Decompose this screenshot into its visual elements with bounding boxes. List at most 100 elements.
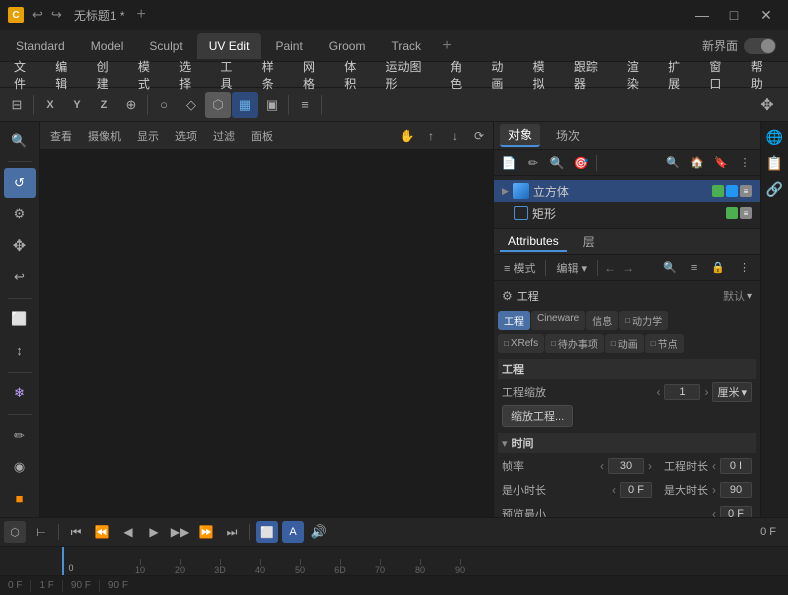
- rotate-mode-btn[interactable]: ↺: [4, 168, 36, 197]
- hand-tool-btn[interactable]: ✋: [397, 126, 417, 146]
- attr-subtab-xrefs[interactable]: □XRefs: [498, 334, 544, 353]
- obj-file-btn[interactable]: 📄: [498, 152, 520, 174]
- attr-more-icon[interactable]: ⋮: [733, 259, 756, 276]
- attr-tab-layers[interactable]: 层: [575, 231, 603, 252]
- attr-edit-btn[interactable]: 编辑 ▾: [550, 258, 593, 278]
- select-rect-btn[interactable]: ⬜: [4, 305, 36, 334]
- viewport-up-btn[interactable]: ↑: [421, 126, 441, 146]
- scale-unit-dropdown[interactable]: 厘米 ▾: [712, 382, 752, 402]
- cube-tag-grey[interactable]: ≡: [740, 185, 752, 197]
- move-btn[interactable]: ✥: [4, 231, 36, 260]
- toolbar-move-icon[interactable]: ✥: [754, 92, 780, 118]
- sub-camera-btn[interactable]: 摄像机: [82, 126, 127, 146]
- tab-sculpt[interactable]: Sculpt: [137, 33, 194, 59]
- scale-right-arrow[interactable]: ›: [704, 385, 708, 399]
- obj-more-btn[interactable]: ⋮: [734, 152, 756, 174]
- tl-prev-key-btn[interactable]: ⏪: [91, 521, 113, 543]
- obj-tab-objects[interactable]: 对象: [500, 124, 540, 147]
- minimize-btn[interactable]: —: [688, 5, 716, 25]
- menu-mesh[interactable]: 网格: [295, 56, 334, 94]
- rect-tag-grey[interactable]: ≡: [740, 207, 752, 219]
- sub-display-btn[interactable]: 显示: [131, 126, 165, 146]
- attr-subtab-info[interactable]: 信息: [586, 311, 618, 330]
- scale-left-arrow[interactable]: ‹: [656, 385, 660, 399]
- tl-next-key-btn[interactable]: ⏩: [195, 521, 217, 543]
- cube-tag-green[interactable]: [712, 185, 724, 197]
- attr-tab-attributes[interactable]: Attributes: [500, 232, 567, 252]
- scale-btn[interactable]: ↕: [4, 336, 36, 365]
- sub-view-btn[interactable]: 查看: [44, 126, 78, 146]
- tl-prev-frame-btn[interactable]: ◀: [117, 521, 139, 543]
- menu-tracker[interactable]: 跟踪器: [566, 56, 617, 94]
- menu-mograph[interactable]: 运动图形: [378, 56, 441, 94]
- attr-dropdown-arrow[interactable]: ▾: [747, 291, 752, 302]
- tl-keyframe-mode-btn[interactable]: ⬜: [256, 521, 278, 543]
- obj-edit-btn[interactable]: ✏: [522, 152, 544, 174]
- tab-groom[interactable]: Groom: [317, 33, 378, 59]
- rect-tag-green[interactable]: [726, 207, 738, 219]
- attr-forward-btn[interactable]: →: [620, 261, 636, 275]
- proj-len-input[interactable]: [720, 458, 752, 474]
- obj-item-cube[interactable]: ▶ 立方体 ≡: [494, 180, 760, 202]
- tl-go-end-btn[interactable]: ⏭: [221, 521, 243, 543]
- time-section-arrow[interactable]: ▾: [502, 437, 508, 450]
- tl-shape-btn[interactable]: ⬡: [4, 521, 26, 543]
- attr-subtab-project[interactable]: 工程: [498, 311, 530, 330]
- attr-subtab-dynamics[interactable]: □动力学: [619, 311, 668, 330]
- menu-character[interactable]: 角色: [442, 56, 481, 94]
- sub-options-btn[interactable]: 选项: [169, 126, 203, 146]
- cube-tag-blue[interactable]: [726, 185, 738, 197]
- attr-mode-btn[interactable]: ≡ 模式: [498, 258, 541, 278]
- toolbar-poly-btn[interactable]: ⬡: [205, 92, 231, 118]
- obj-tab-scenes[interactable]: 场次: [548, 125, 588, 146]
- timeline-track[interactable]: 0 10 20 3D 40 50 6D 70 80 90: [0, 547, 788, 575]
- viewport-refresh-btn[interactable]: ⟳: [469, 126, 489, 146]
- min-input[interactable]: [620, 482, 652, 498]
- attr-lock-icon[interactable]: 🔒: [705, 259, 731, 276]
- preview-min-left[interactable]: ‹: [712, 507, 716, 517]
- global-icon-btn[interactable]: 🌐: [764, 126, 786, 148]
- clipboard-icon-btn[interactable]: 📋: [764, 152, 786, 174]
- attr-subtab-anim[interactable]: □动画: [605, 334, 644, 353]
- obj-home-btn[interactable]: 🏠: [686, 152, 708, 174]
- new-ui-toggle[interactable]: [744, 38, 776, 54]
- tab-track[interactable]: Track: [379, 33, 433, 59]
- viewport[interactable]: [40, 150, 493, 517]
- special-1-btn[interactable]: ❄: [4, 379, 36, 408]
- tab-paint[interactable]: Paint: [263, 33, 314, 59]
- toolbar-y-btn[interactable]: Y: [64, 92, 90, 118]
- close-btn[interactable]: ✕: [752, 5, 780, 25]
- tl-auto-key-btn[interactable]: A: [282, 521, 304, 543]
- tab-uv-edit[interactable]: UV Edit: [197, 33, 262, 59]
- tl-play-btn[interactable]: ▶: [143, 521, 165, 543]
- menu-animate[interactable]: 动画: [483, 56, 522, 94]
- fps-left-arrow[interactable]: ‹: [600, 459, 604, 473]
- toolbar-uv-btn[interactable]: ▦: [232, 92, 258, 118]
- attr-subtab-todo[interactable]: □待办事项: [545, 334, 604, 353]
- toolbar-x-btn[interactable]: X: [37, 92, 63, 118]
- menu-tools[interactable]: 工具: [212, 56, 251, 94]
- scale-input[interactable]: [664, 384, 700, 400]
- obj-search-btn[interactable]: 🔍: [662, 152, 684, 174]
- search-btn[interactable]: 🔍: [4, 126, 36, 155]
- menu-simulate[interactable]: 模拟: [525, 56, 564, 94]
- sub-filter-btn[interactable]: 过滤: [207, 126, 241, 146]
- maximize-btn[interactable]: □: [720, 5, 748, 25]
- toolbar-edge-btn[interactable]: ◇: [178, 92, 204, 118]
- menu-mode[interactable]: 模式: [130, 56, 169, 94]
- fps-input[interactable]: [608, 458, 644, 474]
- obj-view-btn[interactable]: 🔍: [546, 152, 568, 174]
- attr-back-btn[interactable]: ←: [602, 261, 618, 275]
- menu-window[interactable]: 窗口: [701, 56, 740, 94]
- expand-arrow-cube[interactable]: ▶: [502, 186, 509, 197]
- special-2-btn[interactable]: ◉: [4, 452, 36, 481]
- tl-record-btn[interactable]: ⊢: [30, 521, 52, 543]
- tab-standard[interactable]: Standard: [4, 33, 77, 59]
- add-tab-btn[interactable]: +: [435, 34, 459, 58]
- redo-btn[interactable]: ↪: [51, 7, 62, 23]
- new-tab-btn[interactable]: +: [137, 6, 146, 24]
- tl-next-frame-btn[interactable]: ▶▶: [169, 521, 191, 543]
- menu-file[interactable]: 文件: [6, 56, 45, 94]
- max-right-arrow[interactable]: ›: [712, 483, 716, 497]
- link-icon-btn[interactable]: 🔗: [764, 178, 786, 200]
